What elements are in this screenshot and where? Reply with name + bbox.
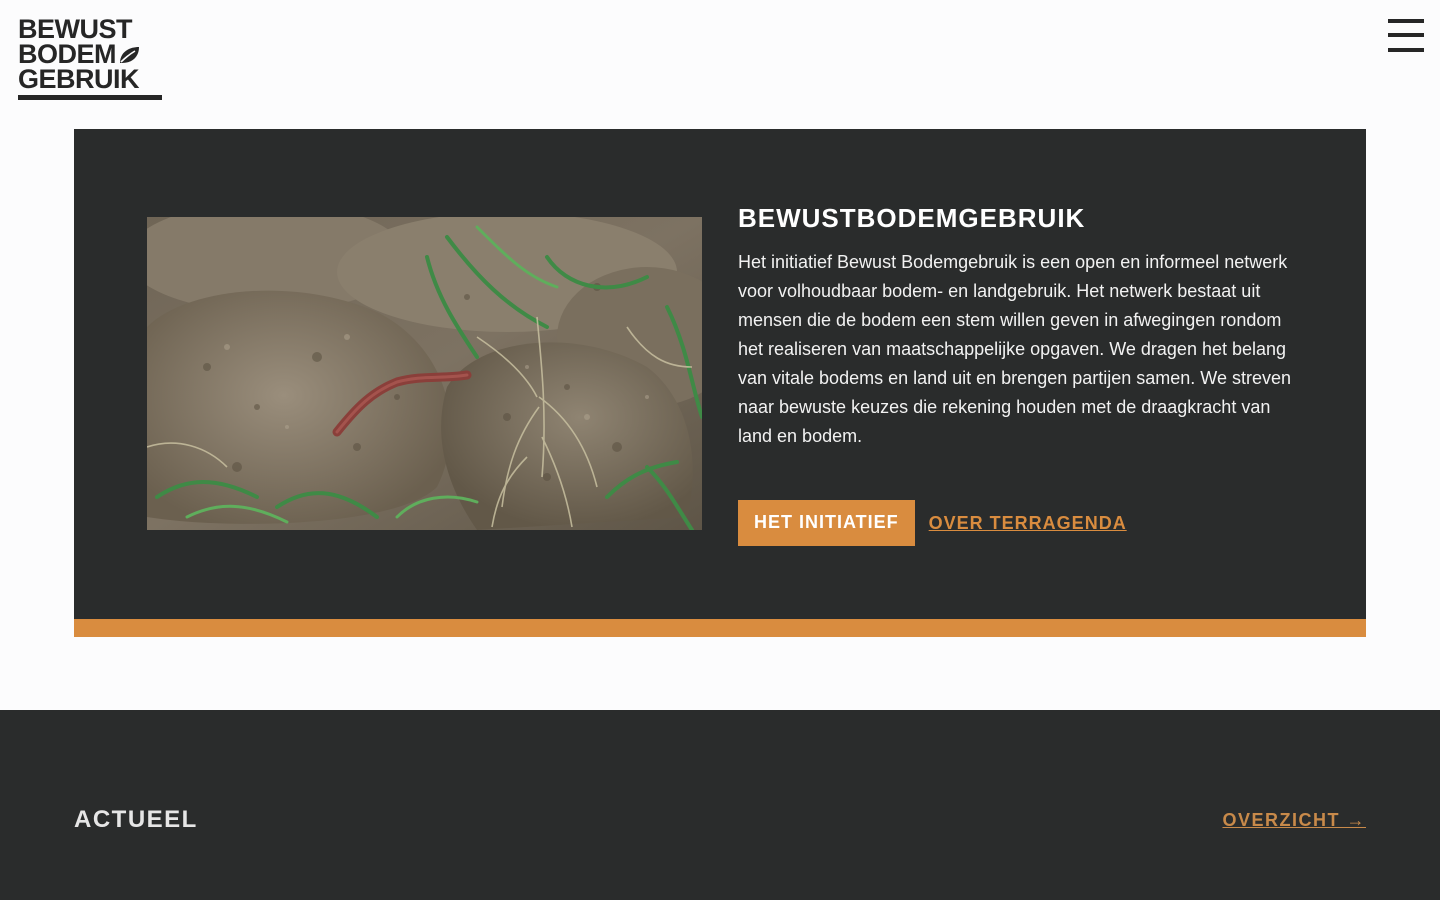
logo-underline xyxy=(18,95,162,100)
earthworm-in-soil-photo xyxy=(147,217,702,530)
hero-section: BEWUSTBODEMGEBRUIK Het initiatief Bewust… xyxy=(74,129,1366,619)
logo-line-3: GEBRUIK xyxy=(18,64,140,94)
site-logo[interactable]: BEWUST BODEM GEBRUIK xyxy=(18,16,164,100)
over-terragenda-link[interactable]: OVER TERRAGENDA xyxy=(929,513,1127,534)
hero-title: BEWUSTBODEMGEBRUIK xyxy=(738,203,1086,233)
menu-bar xyxy=(1388,33,1424,37)
hero-actions: HET INITIATIEF OVER TERRAGENDA xyxy=(738,500,1127,546)
menu-bar xyxy=(1388,19,1424,23)
overzicht-link[interactable]: OVERZICHT → xyxy=(1222,810,1366,831)
hero-description: Het initiatief Bewust Bodemgebruik is ee… xyxy=(738,252,1291,446)
leaf-icon xyxy=(120,46,139,63)
hamburger-menu-icon[interactable] xyxy=(1388,19,1424,52)
menu-bar xyxy=(1388,48,1424,52)
photo-illustration xyxy=(147,217,702,530)
hero-accent-bar xyxy=(74,619,1366,637)
site-header: BEWUST BODEM GEBRUIK xyxy=(0,0,1440,129)
het-initiatief-button[interactable]: HET INITIATIEF xyxy=(738,500,915,546)
news-heading: ACTUEEL xyxy=(74,806,198,833)
hero-text: BEWUSTBODEMGEBRUIK Het initiatief Bewust… xyxy=(738,202,1298,451)
news-section: ACTUEEL OVERZICHT → xyxy=(0,710,1440,900)
